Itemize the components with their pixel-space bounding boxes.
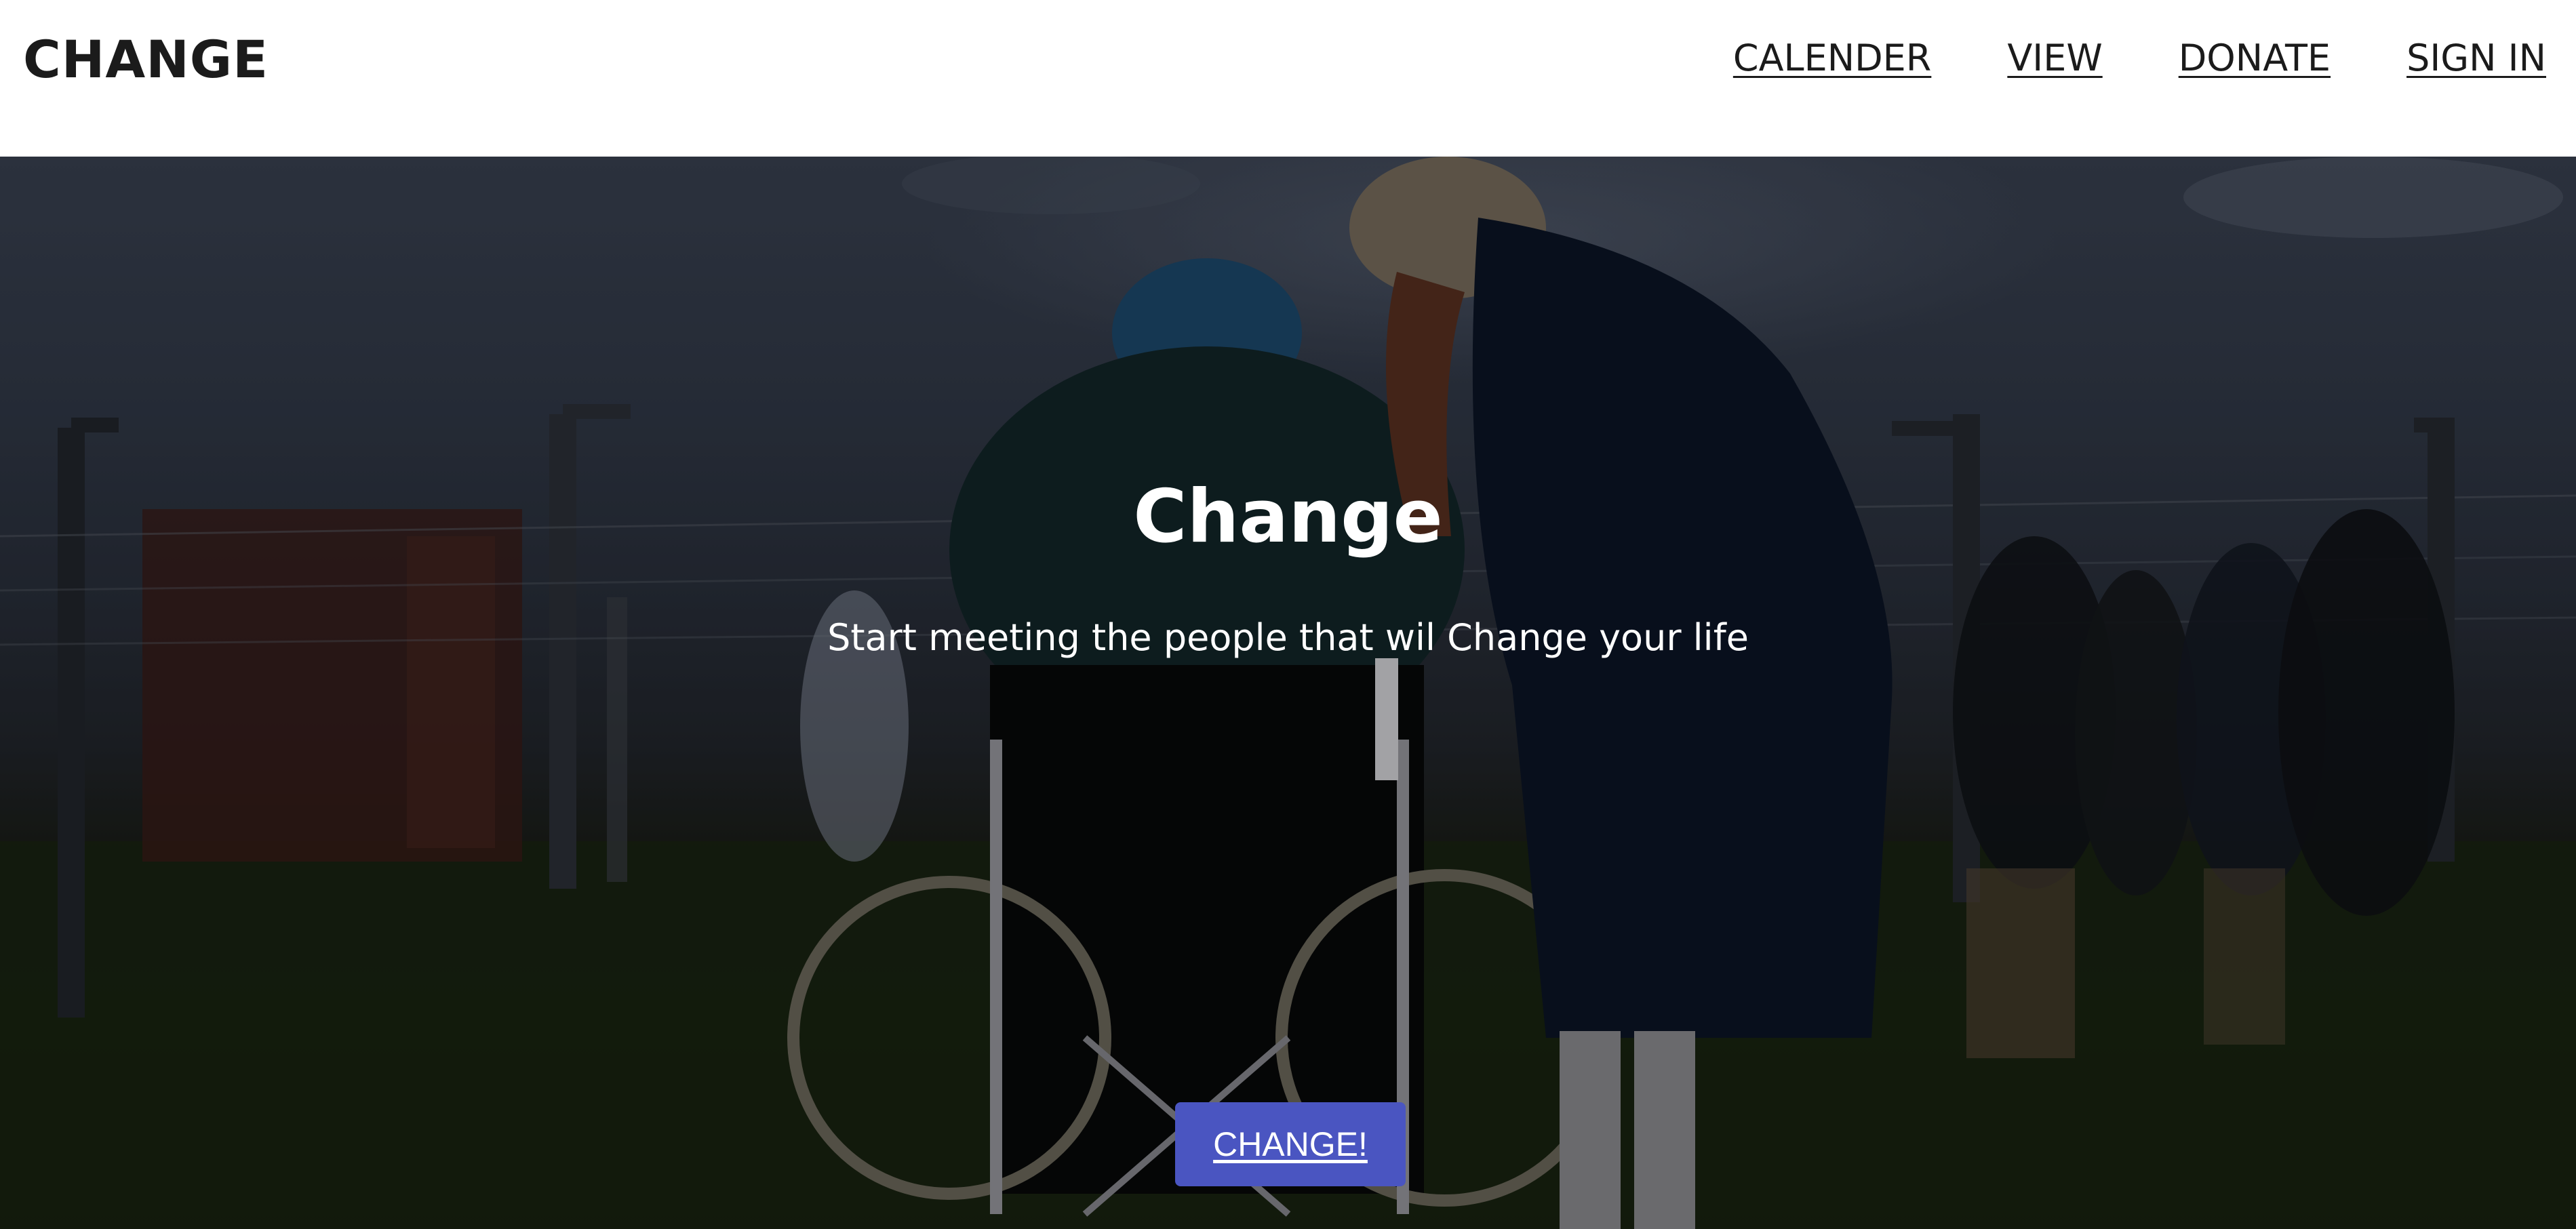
change-cta-button[interactable]: CHANGE!: [1175, 1102, 1406, 1186]
nav-link-view[interactable]: VIEW: [2007, 33, 2102, 84]
hero-section: Change Start meeting the people that wil…: [0, 157, 2576, 1229]
nav-link-calender[interactable]: CALENDER: [1733, 33, 1931, 84]
hero-subtitle: Start meeting the people that wil Change…: [827, 616, 1749, 659]
site-logo[interactable]: CHANGE: [23, 27, 269, 92]
nav-link-donate[interactable]: DONATE: [2179, 33, 2331, 84]
nav-link-sign-in[interactable]: SIGN IN: [2406, 33, 2546, 84]
hero-dark-overlay: [0, 157, 2576, 1229]
site-header: CHANGE CALENDER VIEW DONATE SIGN IN: [0, 0, 2576, 157]
main-nav: CALENDER VIEW DONATE SIGN IN: [1733, 33, 2546, 84]
hero-title: Change: [1133, 475, 1443, 559]
